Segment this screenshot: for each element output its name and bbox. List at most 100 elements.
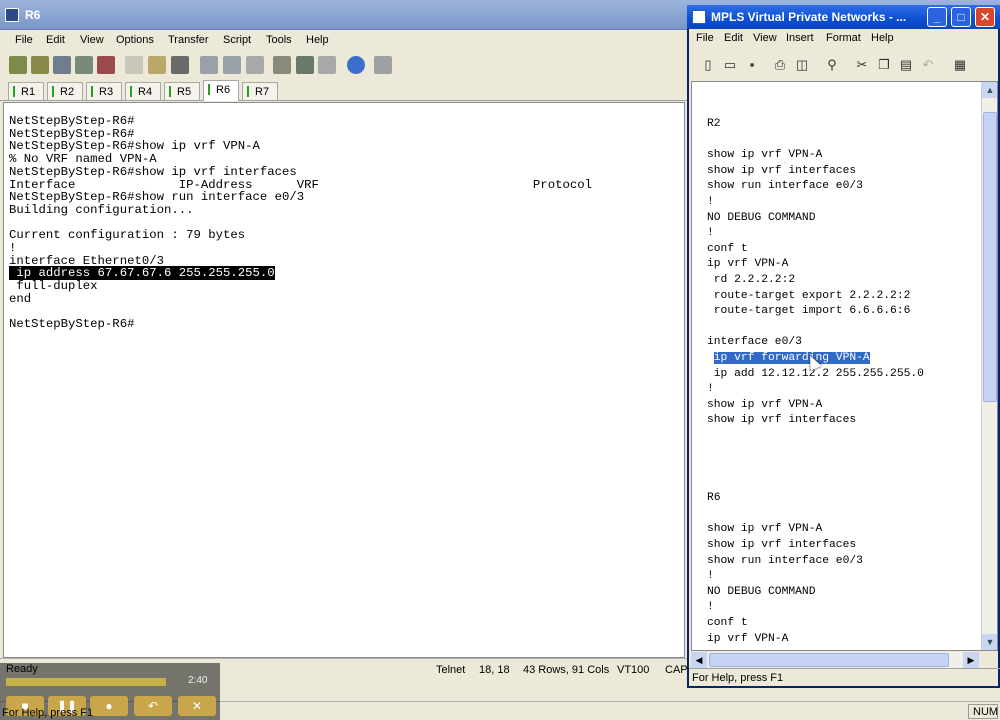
playback-time: 2:40 — [188, 675, 208, 686]
printer-icon[interactable] — [246, 56, 264, 74]
print-screen-icon[interactable] — [223, 56, 241, 74]
close-icon[interactable]: ✕ — [178, 696, 216, 716]
insert-datetime-icon[interactable]: ▦ — [951, 56, 969, 74]
toolbar: ▯ ▭ ▪ ⎙ ◫ ⚲ ✂ ❐ ▤ ↶ ▦ — [689, 53, 1000, 79]
session-options-icon[interactable] — [273, 56, 291, 74]
menu-tools[interactable]: Tools — [266, 34, 292, 46]
selected-text: ip vrf forwarding VPN-A — [713, 351, 870, 364]
disconnect-icon[interactable] — [97, 56, 115, 74]
scroll-up-icon[interactable]: ▲ — [982, 82, 997, 98]
title-bar[interactable]: MPLS Virtual Private Networks - ... _ □ … — [687, 5, 1000, 29]
paste-icon[interactable]: ▤ — [897, 56, 915, 74]
menu-help[interactable]: Help — [306, 34, 329, 46]
maximize-icon[interactable]: □ — [951, 7, 971, 27]
status-protocol: Telnet — [436, 664, 466, 676]
undo-icon[interactable]: ↶ — [919, 56, 937, 74]
print-icon[interactable]: ⎙ — [771, 56, 789, 74]
horizontal-scrollbar[interactable]: ◀ ▶ — [691, 652, 979, 668]
save-icon[interactable]: ▪ — [743, 56, 761, 74]
tab-label: R1 — [21, 86, 36, 98]
document-text-after: ip add 12.12.12.2 255.255.255.0 ! show i… — [707, 367, 924, 645]
status-help-text: For Help, press F1 — [692, 672, 784, 684]
cut-icon[interactable]: ✂ — [853, 56, 871, 74]
scroll-down-icon[interactable]: ▼ — [982, 634, 997, 650]
status-caps: CAP — [665, 664, 688, 676]
tab-label: R6 — [216, 84, 231, 96]
scroll-thumb[interactable] — [983, 112, 997, 402]
terminal-text-before: NetStepByStep-R6# NetStepByStep-R6# NetS… — [9, 114, 592, 268]
terminal-output: NetStepByStep-R6# NetStepByStep-R6# NetS… — [9, 115, 592, 331]
print-icon[interactable] — [200, 56, 218, 74]
menu-insert[interactable]: Insert — [786, 32, 814, 44]
copy-icon[interactable]: ❐ — [875, 56, 893, 74]
mpls-document-window: MPLS Virtual Private Networks - ... _ □ … — [687, 5, 1000, 688]
tab-r7[interactable]: R7 — [242, 82, 278, 100]
paste-icon[interactable] — [148, 56, 166, 74]
scroll-thumb[interactable] — [709, 653, 949, 667]
window-title: MPLS Virtual Private Networks - ... — [711, 10, 907, 24]
connect-icon[interactable] — [9, 56, 27, 74]
menu-transfer[interactable]: Transfer — [168, 34, 209, 46]
status-bar: For Help, press F1 — [689, 668, 1000, 686]
num-label: NUM — [973, 706, 999, 718]
tab-r2[interactable]: R2 — [47, 82, 83, 100]
app-icon — [692, 10, 706, 24]
vertical-scrollbar[interactable]: ▲ ▼ — [981, 82, 997, 650]
open-icon[interactable]: ▭ — [721, 56, 739, 74]
tab-r4[interactable]: R4 — [125, 82, 161, 100]
terminal-area[interactable]: NetStepByStep-R6# NetStepByStep-R6# NetS… — [3, 102, 685, 658]
scroll-right-icon[interactable]: ▶ — [963, 652, 979, 668]
reconnect-icon[interactable] — [75, 56, 93, 74]
layout-icon[interactable] — [374, 56, 392, 74]
tab-r1[interactable]: R1 — [8, 82, 44, 100]
terminal-text-after: full-duplex end NetStepByStep-R6# — [9, 279, 135, 332]
print-preview-icon[interactable]: ◫ — [793, 56, 811, 74]
tab-r3[interactable]: R3 — [86, 82, 122, 100]
menu-view[interactable]: View — [753, 32, 777, 44]
menu-edit[interactable]: Edit — [46, 34, 65, 46]
quick-connect-icon[interactable] — [31, 56, 49, 74]
tab-label: R2 — [60, 86, 75, 98]
scroll-left-icon[interactable]: ◀ — [691, 652, 707, 668]
num-lock-indicator: NUM — [968, 704, 998, 719]
ready-text: Ready — [6, 663, 38, 675]
document-text: R2 show ip vrf VPN-A show ip vrf interfa… — [707, 117, 924, 647]
menu-file[interactable]: File — [696, 32, 714, 44]
menu-view[interactable]: View — [80, 34, 104, 46]
microphone-icon[interactable]: ● — [90, 696, 128, 716]
connect-tab-icon[interactable] — [53, 56, 71, 74]
help-text: For Help, press F1 — [2, 707, 94, 719]
status-emulation: VT100 — [617, 664, 650, 676]
find-icon[interactable] — [171, 56, 189, 74]
undo-icon[interactable]: ↶ — [134, 696, 172, 716]
menu-options[interactable]: Options — [116, 34, 154, 46]
status-position: 18, 18 — [479, 664, 510, 676]
status-size: 43 Rows, 91 Cols — [523, 664, 610, 676]
menu-edit[interactable]: Edit — [724, 32, 743, 44]
tab-r6[interactable]: R6 — [203, 80, 239, 101]
tab-label: R4 — [138, 86, 153, 98]
menu-bar: File Edit View Insert Format Help — [689, 29, 1000, 49]
document-area[interactable]: R2 show ip vrf VPN-A show ip vrf interfa… — [691, 81, 998, 651]
help-icon[interactable] — [347, 56, 365, 74]
tab-label: R7 — [255, 86, 270, 98]
progress-bar[interactable] — [6, 678, 166, 686]
close-icon[interactable]: ✕ — [975, 7, 995, 27]
sftp-icon[interactable] — [318, 56, 336, 74]
app-icon — [5, 8, 19, 22]
tab-label: R3 — [99, 86, 114, 98]
tab-label: R5 — [177, 86, 192, 98]
new-document-icon[interactable]: ▯ — [699, 56, 717, 74]
minimize-icon[interactable]: _ — [927, 7, 947, 27]
menu-help[interactable]: Help — [871, 32, 894, 44]
copy-icon[interactable] — [125, 56, 143, 74]
document-text-before: R2 show ip vrf VPN-A show ip vrf interfa… — [707, 118, 911, 349]
window-title: R6 — [25, 8, 41, 22]
find-icon[interactable]: ⚲ — [823, 56, 841, 74]
menu-format[interactable]: Format — [826, 32, 861, 44]
video-player-controls: Ready 2:40 ■ ❚❚ ● ↶ ✕ For Help, press F1 — [0, 663, 220, 720]
tab-r5[interactable]: R5 — [164, 82, 200, 100]
keymap-icon[interactable] — [296, 56, 314, 74]
menu-script[interactable]: Script — [223, 34, 251, 46]
menu-file[interactable]: File — [15, 34, 33, 46]
